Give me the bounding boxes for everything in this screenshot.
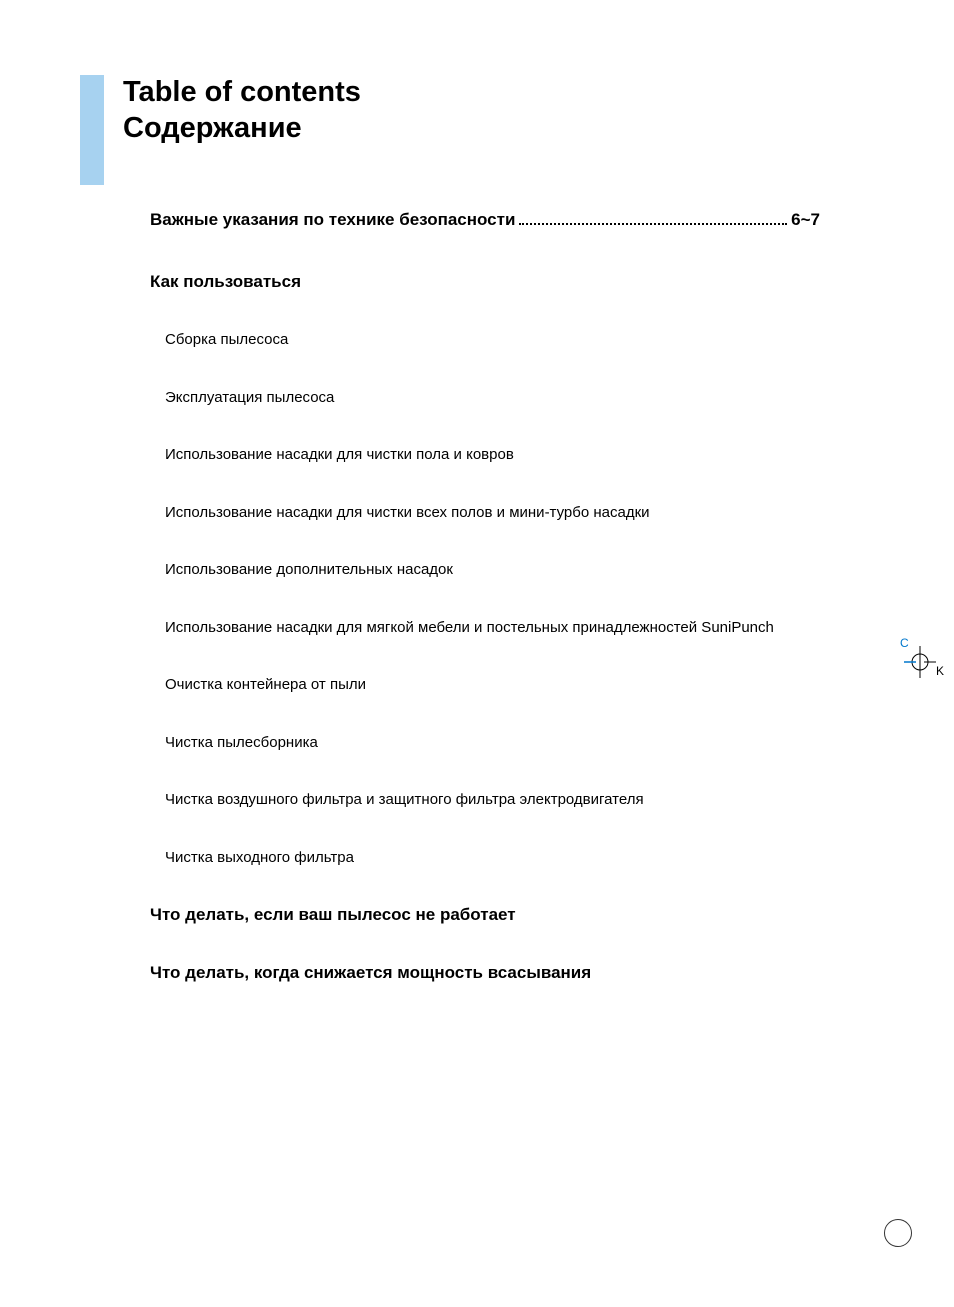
section-heading-not-working: Что делать, если ваш пылесос не работает bbox=[150, 905, 820, 925]
list-item: Использование насадки для чистки пола и … bbox=[165, 445, 820, 465]
list-item: Использование дополнительных насадок bbox=[165, 560, 820, 580]
list-item: Чистка выходного фильтра bbox=[165, 848, 820, 868]
section-heading-suction-low: Что делать, когда снижается мощность вса… bbox=[150, 963, 820, 983]
registration-mark-icon: C K bbox=[898, 640, 942, 684]
sub-item-list: Сборка пылесоса Эксплуатация пылесоса Ис… bbox=[165, 330, 820, 867]
title-line-en: Table of contents bbox=[123, 74, 361, 110]
list-item: Использование насадки для мягкой мебели … bbox=[165, 618, 820, 638]
list-item: Использование насадки для чистки всех по… bbox=[165, 503, 820, 523]
list-item: Чистка пылесборника bbox=[165, 733, 820, 753]
document-page: Table of contents Содержание Важные указ… bbox=[0, 0, 954, 1307]
toc-entry-safety: Важные указания по технике безопасности … bbox=[150, 210, 820, 230]
page-marker-circle-icon bbox=[884, 1219, 912, 1247]
list-item: Сборка пылесоса bbox=[165, 330, 820, 350]
toc-entry-label: Важные указания по технике безопасности bbox=[150, 210, 515, 230]
reg-mark-k-label: K bbox=[936, 664, 944, 678]
toc-entry-page: 6~7 bbox=[791, 210, 820, 230]
list-item: Чистка воздушного фильтра и защитного фи… bbox=[165, 790, 820, 810]
section-heading-how-to-use: Как пользоваться bbox=[150, 272, 820, 292]
page-title: Table of contents Содержание bbox=[123, 74, 361, 147]
reg-mark-c-label: C bbox=[900, 636, 909, 650]
toc-leader-dots bbox=[519, 213, 787, 225]
list-item: Эксплуатация пылесоса bbox=[165, 388, 820, 408]
title-line-ru: Содержание bbox=[123, 110, 361, 146]
accent-bar bbox=[80, 75, 104, 185]
toc-content: Важные указания по технике безопасности … bbox=[150, 210, 820, 1021]
list-item: Очистка контейнера от пыли bbox=[165, 675, 820, 695]
